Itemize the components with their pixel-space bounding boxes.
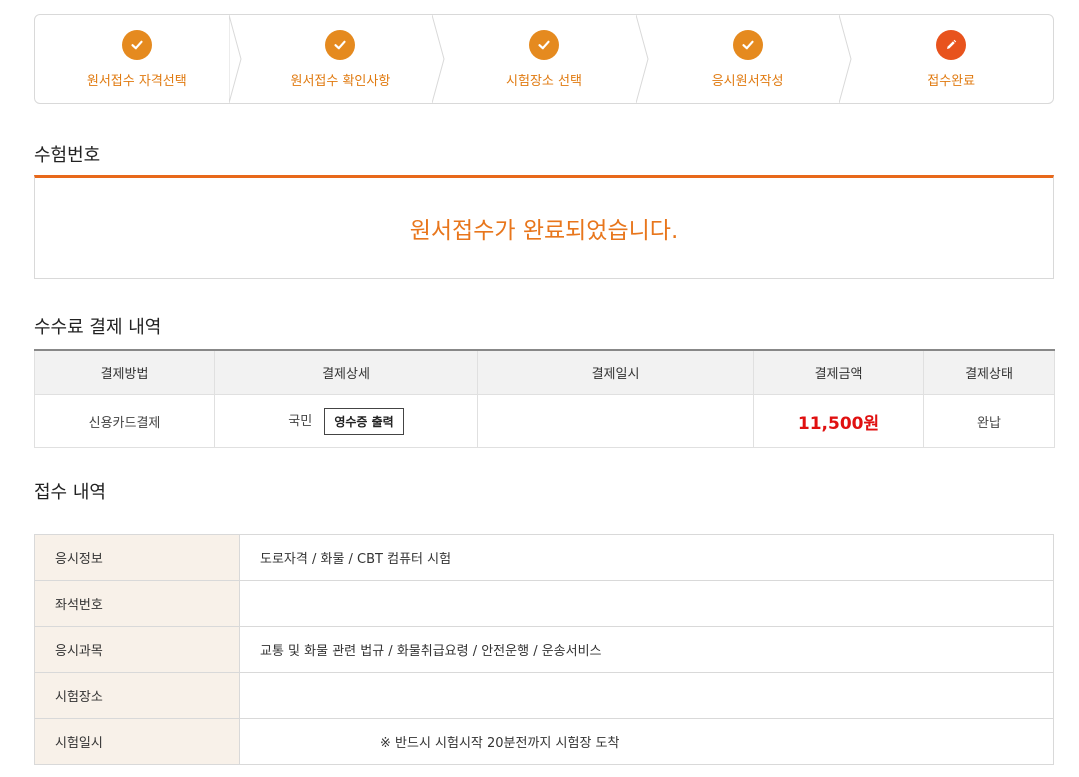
column-header: 결제상세 <box>214 349 478 395</box>
row-value: ※ 반드시 시험시작 20분전까지 시험장 도착 <box>239 718 1054 765</box>
payment-table: 결제방법 결제상세 결제일시 결제금액 결제상태 신용카드결제 국민 영수증 출… <box>34 349 1055 448</box>
row-label: 응시과목 <box>34 626 240 673</box>
step-label: 원서접수 자격선택 <box>86 73 187 89</box>
table-row: 시험일시 ※ 반드시 시험시작 20분전까지 시험장 도착 <box>34 718 1054 765</box>
completion-message: 원서접수가 완료되었습니다. <box>409 218 679 244</box>
check-icon <box>732 29 763 60</box>
column-header: 결제일시 <box>477 349 754 395</box>
table-row: 좌석번호 <box>34 580 1054 627</box>
table-row: 응시정보 도로자격 / 화물 / CBT 컴퓨터 시험 <box>34 534 1054 581</box>
row-value <box>239 672 1054 719</box>
step-label: 시험장소 선택 <box>506 73 582 89</box>
step-2: 원서접수 확인사항 <box>239 15 445 103</box>
payment-amount-cell: 11,500원 <box>753 394 924 448</box>
page: 원서접수 자격선택 원서접수 확인사항 시험장소 선택 응시원서작성 접수완료 … <box>0 0 1079 777</box>
table-header-row: 결제방법 결제상세 결제일시 결제금액 결제상태 <box>34 349 1055 395</box>
exam-number-title: 수험번호 <box>34 145 101 166</box>
payment-detail-cell: 국민 영수증 출력 <box>214 394 478 448</box>
row-label: 시험일시 <box>34 718 240 765</box>
chevron-separator <box>635 15 649 103</box>
row-label: 좌석번호 <box>34 580 240 627</box>
row-value: 도로자격 / 화물 / CBT 컴퓨터 시험 <box>239 534 1054 581</box>
check-icon <box>325 29 356 60</box>
application-table: 응시정보 도로자격 / 화물 / CBT 컴퓨터 시험 좌석번호 응시과목 교통… <box>34 534 1054 765</box>
step-1: 원서접수 자격선택 <box>35 15 242 103</box>
card-issuer: 국민 <box>288 413 313 429</box>
completion-notice: 원서접수가 완료되었습니다. <box>34 175 1054 279</box>
payment-status: 완납 <box>923 394 1055 448</box>
row-label: 응시정보 <box>34 534 240 581</box>
progress-stepper: 원서접수 자격선택 원서접수 확인사항 시험장소 선택 응시원서작성 접수완료 <box>34 14 1054 104</box>
payment-datetime <box>477 394 754 448</box>
check-icon <box>528 29 559 60</box>
table-row: 응시과목 교통 및 화물 관련 법규 / 화물취급요령 / 안전운행 / 운송서… <box>34 626 1054 673</box>
column-header: 결제상태 <box>923 349 1055 395</box>
column-header: 결제방법 <box>34 349 215 395</box>
check-icon <box>121 29 152 60</box>
payment-method: 신용카드결제 <box>34 394 215 448</box>
application-title: 접수 내역 <box>34 482 106 503</box>
step-4: 응시원서작성 <box>646 15 852 103</box>
payment-amount: 11,500원 <box>797 413 880 434</box>
row-value <box>239 580 1054 627</box>
step-label: 접수완료 <box>927 73 976 89</box>
row-label: 시험장소 <box>34 672 240 719</box>
row-value: 교통 및 화물 관련 법규 / 화물취급요령 / 안전운행 / 운송서비스 <box>239 626 1054 673</box>
table-row: 신용카드결제 국민 영수증 출력 11,500원 완납 <box>34 394 1055 448</box>
step-label: 응시원서작성 <box>711 73 784 89</box>
step-label: 원서접수 확인사항 <box>290 73 391 89</box>
chevron-separator <box>432 15 445 103</box>
pencil-icon <box>936 29 967 60</box>
chevron-separator <box>839 15 852 103</box>
print-receipt-button[interactable]: 영수증 출력 <box>324 407 404 435</box>
payment-title: 수수료 결제 내역 <box>34 317 162 338</box>
table-row: 시험장소 <box>34 672 1054 719</box>
step-3: 시험장소 선택 <box>442 15 649 103</box>
chevron-separator <box>228 15 242 103</box>
column-header: 결제금액 <box>753 349 924 395</box>
step-5: 접수완료 <box>849 15 1053 103</box>
